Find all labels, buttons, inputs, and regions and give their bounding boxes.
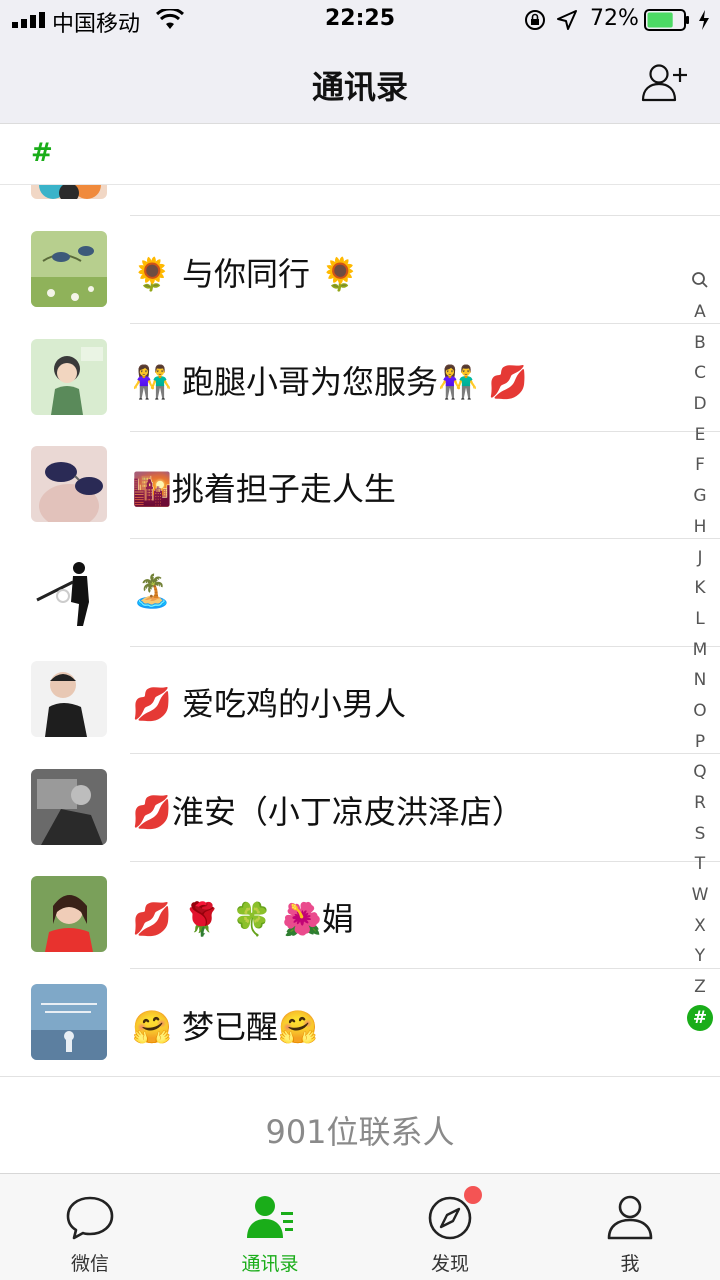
contact-name: 🤗 梦已醒🤗 (132, 1008, 318, 1046)
index-letter[interactable]: A (686, 297, 714, 328)
index-letter[interactable]: N (686, 665, 714, 696)
index-letter[interactable]: K (686, 573, 714, 604)
tab-label: 通讯录 (241, 1253, 299, 1275)
tab-contacts[interactable]: 通讯录 (180, 1174, 360, 1280)
avatar (31, 769, 107, 845)
index-letter[interactable]: W (686, 880, 714, 911)
index-letter[interactable]: M (686, 635, 714, 666)
tab-bar: 微信 通讯录 发现 我 (0, 1173, 720, 1280)
avatar (31, 876, 107, 952)
avatar (31, 185, 107, 199)
contacts-icon (247, 1196, 293, 1238)
avatar (31, 231, 107, 307)
contact-row[interactable]: 🌇挑着担子走人生 (0, 431, 720, 539)
alphabet-index[interactable]: A B C D E F G H J K L M N O P Q R S T W … (686, 265, 714, 1031)
index-letter[interactable]: R (686, 788, 714, 819)
avatar (31, 339, 107, 415)
contact-name: 🌇挑着担子走人生 (132, 470, 396, 508)
battery-percent: 72% (590, 6, 639, 31)
location-arrow-icon (557, 10, 577, 30)
contact-row[interactable]: 🌻 与你同行 🌻 (0, 216, 720, 324)
index-letter[interactable]: J (686, 543, 714, 574)
avatar (31, 446, 107, 522)
section-letter: # (31, 138, 53, 168)
tab-me[interactable]: 我 (540, 1174, 720, 1280)
index-letter[interactable]: T (686, 849, 714, 880)
tab-label: 微信 (70, 1253, 109, 1275)
chat-bubble-icon (66, 1196, 114, 1240)
contact-row[interactable]: 👫 跑腿小哥为您服务👫 💋 (0, 324, 720, 432)
contact-list[interactable]: 🌻 与你同行 🌻 👫 跑腿小哥为您服务👫 💋 🌇挑着担子走人生 🏝️ 💋 爱吃鸡… (0, 185, 720, 1076)
index-search-icon[interactable] (691, 271, 709, 289)
index-letter[interactable]: S (686, 819, 714, 850)
contact-name: 💋淮安（小丁凉皮洪泽店） (132, 793, 524, 831)
contact-name: 🏝️ (132, 572, 172, 610)
index-letter[interactable]: Z (686, 972, 714, 1003)
index-letter[interactable]: Q (686, 757, 714, 788)
avatar (31, 554, 107, 630)
page-title: 通讯录 (311, 68, 408, 106)
avatar (31, 661, 107, 737)
index-letter[interactable]: D (686, 389, 714, 420)
rotation-lock-icon (525, 10, 545, 30)
index-letter[interactable]: G (686, 481, 714, 512)
index-letter[interactable]: Y (686, 941, 714, 972)
contact-name: 💋 🌹 🍀 🌺娟 (132, 900, 354, 938)
index-letter[interactable]: C (686, 358, 714, 389)
contact-count: 901位联系人 (265, 1113, 455, 1151)
index-letter[interactable]: P (686, 727, 714, 758)
index-letter[interactable]: E (686, 420, 714, 451)
contact-name: 🌻 与你同行 🌻 (132, 255, 361, 293)
index-letter[interactable]: F (686, 450, 714, 481)
index-letter[interactable]: L (686, 604, 714, 635)
charging-bolt-icon (699, 10, 709, 30)
tab-chats[interactable]: 微信 (0, 1174, 180, 1280)
index-letter[interactable]: X (686, 911, 714, 942)
contact-count-footer: 901位联系人 (0, 1076, 720, 1173)
contact-name: 💋 爱吃鸡的小男人 (132, 685, 407, 723)
contact-row[interactable]: 💋淮安（小丁凉皮洪泽店） (0, 754, 720, 862)
contact-row[interactable]: 💋 爱吃鸡的小男人 (0, 646, 720, 754)
contact-row[interactable]: 🏝️ (0, 539, 720, 647)
tab-label: 发现 (430, 1253, 469, 1275)
index-letter-active[interactable]: # (687, 1004, 713, 1031)
person-icon (607, 1195, 653, 1240)
contact-name: 👫 跑腿小哥为您服务👫 💋 (132, 363, 528, 401)
nav-bar: 通讯录 (0, 40, 720, 124)
index-letter[interactable]: O (686, 696, 714, 727)
tab-label: 我 (620, 1253, 640, 1275)
notification-dot (464, 1186, 482, 1204)
status-bar: 中国移动 22:25 72% (0, 0, 720, 40)
add-contact-icon[interactable] (640, 62, 690, 102)
contact-row[interactable]: 💋 🌹 🍀 🌺娟 (0, 861, 720, 969)
tab-discover[interactable]: 发现 (360, 1174, 540, 1280)
battery-icon (644, 9, 689, 31)
section-header: # (0, 124, 720, 185)
index-letter[interactable]: H (686, 512, 714, 543)
index-letter[interactable]: B (686, 328, 714, 359)
avatar (31, 984, 107, 1060)
contact-row[interactable] (0, 185, 720, 216)
contact-row[interactable]: 🤗 梦已醒🤗 (0, 969, 720, 1076)
